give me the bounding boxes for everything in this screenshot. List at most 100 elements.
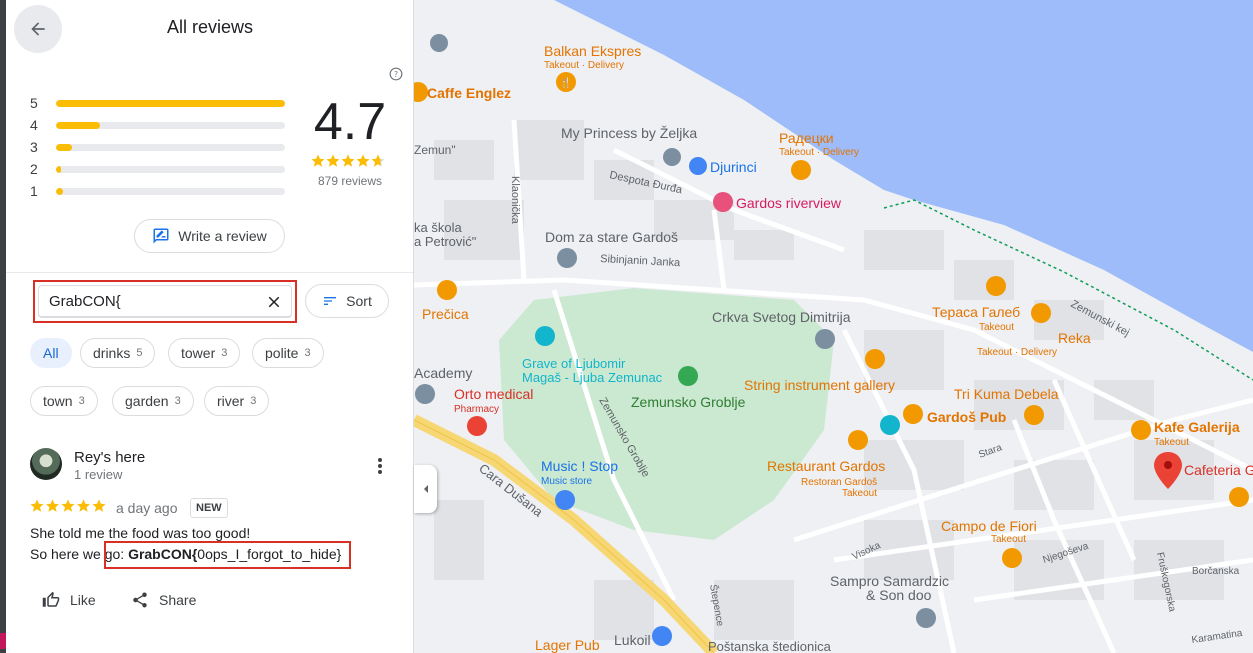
chip-count: 3 <box>250 395 257 407</box>
histogram-fill <box>56 165 61 173</box>
chip-label: town <box>43 393 73 409</box>
restaurant-pin-icon <box>986 276 1006 296</box>
collapse-panel-button[interactable] <box>414 465 437 513</box>
park-pin-icon <box>678 366 698 386</box>
histogram-row[interactable]: 2 <box>30 158 285 180</box>
map-label: Gardoš Pub <box>927 409 1006 425</box>
map-label: Djurinci <box>710 159 757 175</box>
sort-label: Sort <box>346 293 372 309</box>
place-pin-icon <box>415 384 435 404</box>
map-label: & Son doo <box>866 587 932 603</box>
church-pin-icon <box>815 329 835 349</box>
chip-label: river <box>217 393 245 409</box>
share-label: Share <box>159 592 197 608</box>
histogram-star-label: 2 <box>30 161 38 177</box>
review-date: a day ago <box>116 500 178 516</box>
chip-tower[interactable]: tower 3 <box>168 338 241 368</box>
histogram-row[interactable]: 3 <box>30 136 285 158</box>
sort-button[interactable]: Sort <box>305 284 389 318</box>
map-label: Academy <box>414 365 472 381</box>
map-label: Reka <box>1058 330 1091 346</box>
histogram-row[interactable]: 1 <box>30 180 285 202</box>
restaurant-pin-icon <box>437 280 457 300</box>
new-badge: NEW <box>190 498 228 518</box>
like-label: Like <box>70 592 96 608</box>
map-label: Takeout <box>1154 437 1189 448</box>
shopping-pin-icon <box>555 490 575 510</box>
histogram-row[interactable]: 5 <box>30 92 285 114</box>
map-label: Takeout <box>842 488 877 499</box>
chip-count: 3 <box>174 395 181 407</box>
share-button[interactable]: Share <box>131 591 196 609</box>
map-label: Klaonička <box>509 176 521 225</box>
chip-count: 3 <box>221 347 228 359</box>
chip-label: tower <box>181 345 216 361</box>
map-label: Magaš - Ljuba Zemunac <box>522 370 663 385</box>
like-button[interactable]: Like <box>42 591 96 609</box>
restaurant-pin-icon <box>903 404 923 424</box>
map-label: Lukoil <box>614 632 651 648</box>
map-label: ka škola <box>414 220 462 235</box>
help-icon[interactable]: ? <box>389 67 403 81</box>
chip-label: drinks <box>93 345 131 361</box>
chip-polite[interactable]: polite 3 <box>252 338 324 368</box>
chip-label: polite <box>265 345 299 361</box>
chevron-left-icon <box>423 485 428 493</box>
histogram-fill <box>56 143 73 151</box>
chip-town[interactable]: town 3 <box>30 386 98 416</box>
place-pin-icon <box>430 34 448 52</box>
map-label: My Princess by Željka <box>561 125 697 141</box>
star-rating-icon <box>311 154 385 167</box>
review-count[interactable]: 879 reviews <box>308 174 392 188</box>
star-rating-icon <box>30 499 106 512</box>
restaurant-pin-icon <box>1024 405 1044 425</box>
chip-drinks[interactable]: drinks 5 <box>80 338 156 368</box>
review-stars <box>30 499 108 516</box>
histogram-row[interactable]: 4 <box>30 114 285 136</box>
map-label: Tri Kuma Debela <box>954 386 1059 402</box>
place-pin-icon <box>557 248 577 268</box>
rate-review-icon <box>153 228 169 244</box>
chip-garden[interactable]: garden 3 <box>112 386 194 416</box>
close-icon[interactable] <box>265 293 283 311</box>
map-label: Orto medical <box>454 386 533 402</box>
map-label: Prečica <box>422 306 469 322</box>
review-author[interactable]: Rey's here <box>74 449 145 466</box>
map-label: Grave of Ljubomir <box>522 356 626 371</box>
section-divider <box>6 272 413 273</box>
histogram-star-label: 3 <box>30 139 38 155</box>
map-label: Takeout · Delivery <box>779 147 859 158</box>
map-label: Dom za stare Gardoš <box>545 229 678 245</box>
map-label: Pharmacy <box>454 404 499 415</box>
more-vert-icon[interactable] <box>372 456 388 476</box>
histogram-fill <box>56 121 100 129</box>
review-author-sub: 1 review <box>74 467 123 482</box>
chip-label: garden <box>125 393 169 409</box>
map-label: Gardos riverview <box>736 195 842 211</box>
share-icon <box>133 592 147 608</box>
chip-river[interactable]: river 3 <box>204 386 270 416</box>
search-highlight-frame: GrabCON{ <box>33 280 297 323</box>
map-label: Zemun" <box>414 143 456 157</box>
histogram-track <box>56 121 285 129</box>
histogram-star-label: 4 <box>30 117 38 133</box>
map-view[interactable]: 🍴 Balkan Ekspres Takeout · Delivery Caff… <box>414 0 1253 653</box>
chip-count: 3 <box>304 347 311 359</box>
thumb-up-icon <box>42 591 60 607</box>
rating-histogram: 5 4 3 2 1 <box>30 92 285 202</box>
avatar[interactable] <box>30 448 62 480</box>
map-label: Borčanska <box>1192 566 1240 577</box>
histogram-fill <box>56 99 285 107</box>
write-review-button[interactable]: Write a review <box>134 219 285 253</box>
chip-label: All <box>43 345 59 361</box>
average-stars <box>311 154 387 171</box>
hotel-pin-icon <box>713 192 733 212</box>
histogram-fill <box>56 187 63 195</box>
sort-icon <box>324 297 337 305</box>
map-label: Zemunsko Groblje <box>631 394 746 410</box>
review-search-input[interactable]: GrabCON{ <box>38 285 292 318</box>
restaurant-pin-icon <box>865 349 885 369</box>
chip-count: 3 <box>78 395 85 407</box>
chip-all[interactable]: All <box>30 338 72 368</box>
reviews-panel: All reviews ? 5 4 3 2 1 4.7 879 reviews … <box>6 0 414 653</box>
